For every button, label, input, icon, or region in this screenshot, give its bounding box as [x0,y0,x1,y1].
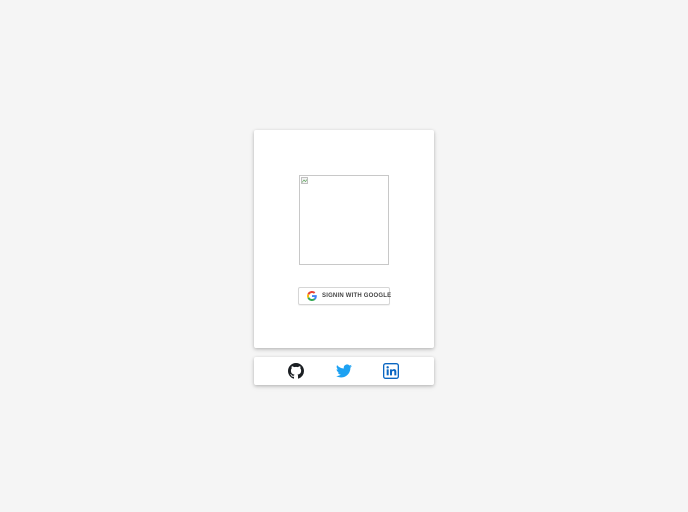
social-links-bar [254,357,434,385]
broken-image-icon [301,177,308,184]
google-icon [307,291,317,301]
twitter-link[interactable] [336,363,352,379]
linkedin-icon [383,363,399,379]
linkedin-link[interactable] [383,363,399,379]
twitter-icon [336,364,352,378]
login-card: SIGNIN WITH GOOGLE [254,130,434,348]
google-signin-label: SIGNIN WITH GOOGLE [322,293,392,299]
github-link[interactable] [288,363,304,379]
github-icon [288,363,304,379]
logo-image [299,175,389,265]
google-signin-button[interactable]: SIGNIN WITH GOOGLE [298,287,392,305]
